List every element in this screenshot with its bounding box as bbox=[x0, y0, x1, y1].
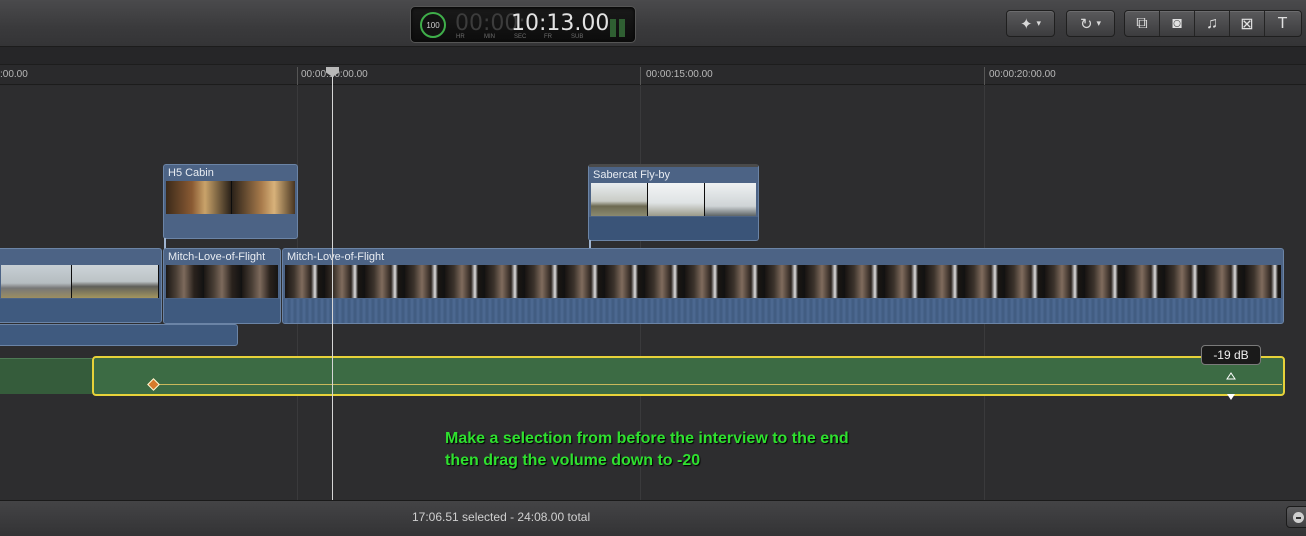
thumbnail bbox=[72, 265, 158, 298]
audio-clip-music-pre[interactable] bbox=[0, 358, 92, 394]
range-handle-icon[interactable] bbox=[1226, 372, 1236, 402]
ruler-label-1: :00.00 bbox=[0, 69, 28, 80]
unit-min: MIN bbox=[484, 34, 495, 40]
browser-buttons: ⧉ ◙ ♫ ⊠ T bbox=[1124, 10, 1302, 37]
thumbnail bbox=[648, 183, 704, 216]
camera-icon[interactable]: ◙ bbox=[1160, 11, 1195, 36]
thumbnail-strip bbox=[166, 265, 278, 298]
chevron-down-icon: ▾ bbox=[1096, 18, 1102, 28]
filmstrip bbox=[285, 265, 1281, 298]
percent-label: 100 bbox=[426, 20, 440, 30]
unit-sec: SEC bbox=[514, 34, 527, 40]
unit-sub: SUB bbox=[571, 34, 584, 40]
retime-icon: ↻ bbox=[1079, 15, 1093, 33]
tutorial-annotation: Make a selection from before the intervi… bbox=[445, 428, 849, 472]
annotation-line-2: then drag the volume down to -20 bbox=[445, 452, 701, 469]
thumbnail bbox=[705, 183, 756, 216]
audio-clip-music-selected[interactable] bbox=[92, 356, 1285, 396]
clip-sabercat-fly-by[interactable]: Sabercat Fly-by bbox=[588, 164, 759, 241]
magic-wand-icon: ✦ bbox=[1019, 15, 1033, 33]
filmstrip bbox=[1, 265, 159, 298]
clip-mitch-love-of-flight-1[interactable]: Mitch-Love-of-Flight bbox=[163, 248, 281, 324]
audio-lane bbox=[0, 356, 1306, 396]
volume-line[interactable] bbox=[152, 384, 1282, 385]
timecode-units: HR MIN SEC FR SUB bbox=[411, 34, 637, 42]
filmstrip bbox=[166, 265, 278, 298]
clip-h5-cabin[interactable]: H5 Cabin bbox=[163, 164, 298, 239]
clip-mitch-love-of-flight-2[interactable]: Mitch-Love-of-Flight bbox=[282, 248, 1284, 324]
zoom-out-icon[interactable] bbox=[1286, 506, 1306, 528]
clip-helicopter[interactable] bbox=[0, 248, 162, 323]
filmstrip bbox=[166, 181, 295, 214]
ruler-tick bbox=[640, 67, 641, 85]
clip-title: H5 Cabin bbox=[168, 167, 214, 179]
thumbnail bbox=[166, 181, 231, 214]
ruler-tick bbox=[297, 67, 298, 85]
timeline-area[interactable]: H5 Cabin Sabercat Fly-by Mitch-Love-of-F… bbox=[0, 86, 1306, 500]
title-icon[interactable]: T bbox=[1265, 11, 1300, 36]
thumbnail bbox=[591, 183, 647, 216]
transitions-icon[interactable]: ⊠ bbox=[1230, 11, 1265, 36]
playhead[interactable] bbox=[332, 70, 333, 500]
filmstrip bbox=[591, 183, 756, 216]
audio-waveform bbox=[164, 299, 280, 323]
ruler-label-3: 00:00:15:00.00 bbox=[646, 69, 713, 80]
audio-waveform bbox=[0, 299, 161, 322]
audio-waveform bbox=[283, 299, 1283, 323]
volume-keyframe[interactable] bbox=[147, 378, 160, 391]
effects-menu-button[interactable]: ✦ ▾ bbox=[1006, 10, 1055, 37]
audio-waveform bbox=[589, 217, 758, 240]
clip-title: Mitch-Love-of-Flight bbox=[287, 251, 385, 263]
final-cut-timeline-window: 100 00:00: 10:13.00 HR MIN SEC FR SUB ✦ ▾… bbox=[0, 0, 1306, 536]
unit-hr: HR bbox=[456, 34, 465, 40]
clip-audio-extension[interactable] bbox=[0, 324, 238, 346]
toolbar-divider bbox=[0, 47, 1306, 65]
thumbnail bbox=[232, 181, 295, 214]
retime-menu-button[interactable]: ↻ ▾ bbox=[1066, 10, 1115, 37]
volume-badge: -19 dB bbox=[1201, 345, 1261, 365]
clip-title: Mitch-Love-of-Flight bbox=[168, 251, 266, 263]
audio-meter-right bbox=[619, 19, 625, 37]
selection-status: 17:06.51 selected - 24:08.00 total bbox=[412, 510, 591, 524]
chevron-down-icon: ▾ bbox=[1036, 18, 1042, 28]
annotation-line-1: Make a selection from before the intervi… bbox=[445, 430, 849, 447]
toolbar: 100 00:00: 10:13.00 HR MIN SEC FR SUB ✦ ▾… bbox=[0, 0, 1306, 47]
audio-meter-left bbox=[610, 19, 616, 37]
unit-fr: FR bbox=[544, 34, 552, 40]
timeline-ruler[interactable]: :00.00 00:00:10:00.00 00:00:15:00.00 00:… bbox=[0, 65, 1306, 85]
ruler-label-4: 00:00:20:00.00 bbox=[989, 69, 1056, 80]
ruler-tick bbox=[984, 67, 985, 85]
clip-title: Sabercat Fly-by bbox=[593, 169, 671, 181]
timecode-value: 10:13.00 bbox=[511, 11, 610, 36]
music-icon[interactable]: ♫ bbox=[1195, 11, 1230, 36]
timecode-display[interactable]: 100 00:00: 10:13.00 HR MIN SEC FR SUB bbox=[410, 6, 636, 43]
thumbnail-strip bbox=[285, 265, 1281, 298]
thumbnail bbox=[1, 265, 71, 298]
clips-icon[interactable]: ⧉ bbox=[1125, 11, 1160, 36]
status-bar: 17:06.51 selected - 24:08.00 total bbox=[0, 500, 1306, 536]
